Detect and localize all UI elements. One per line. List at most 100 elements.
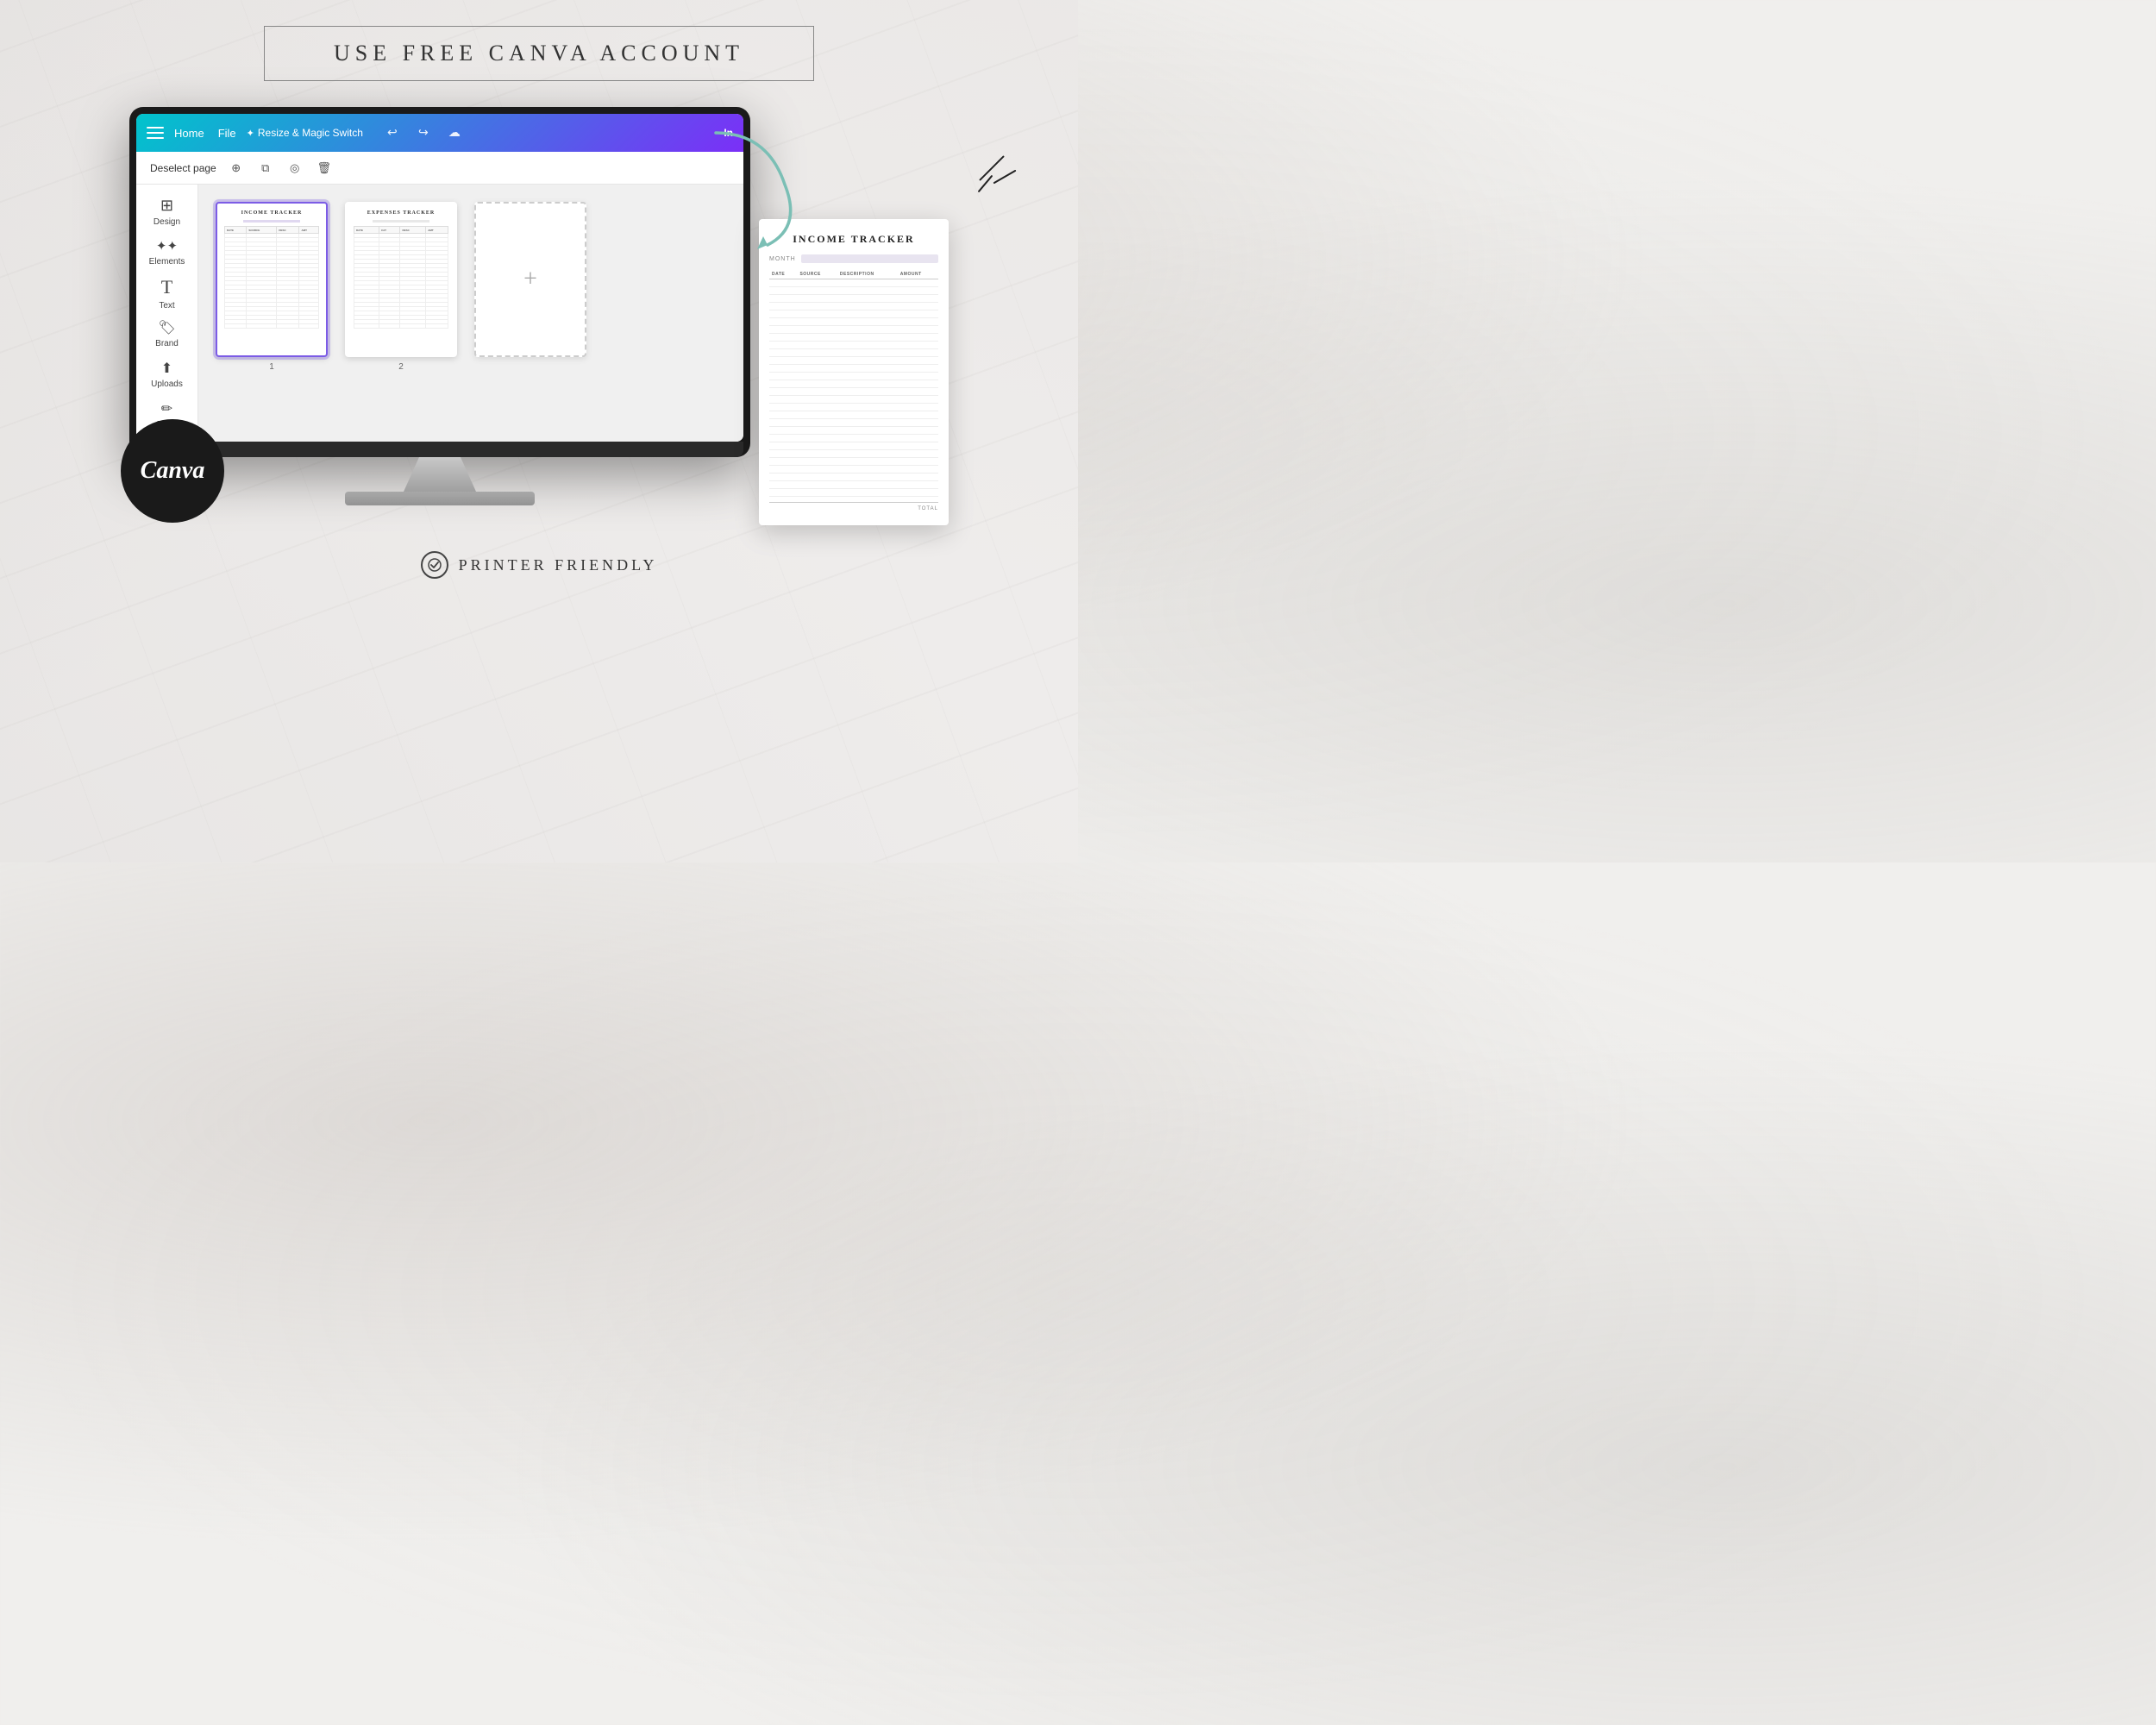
table-row: [769, 489, 938, 497]
preview-table-cell: [769, 342, 797, 349]
table-cell: [247, 324, 277, 329]
preview-table-cell: [837, 442, 898, 450]
copy-page-icon[interactable]: ⧉: [256, 159, 275, 178]
table-row: [769, 388, 938, 396]
table-row: [769, 450, 938, 458]
preview-table-cell: [769, 287, 797, 295]
preview-table-cell: [797, 342, 837, 349]
preview-table-cell: [769, 419, 797, 427]
table-row: [769, 303, 938, 310]
topbar-nav: Home File: [174, 127, 236, 140]
preview-table-cell: [769, 427, 797, 435]
preview-table-cell: [797, 388, 837, 396]
sidebar-item-design[interactable]: ⊞ Design: [141, 193, 193, 230]
preview-table-cell: [837, 466, 898, 474]
preview-table-cell: [837, 326, 898, 334]
preview-table-cell: [898, 365, 938, 373]
sidebar-item-brand[interactable]: 🏷 Brand: [141, 315, 193, 352]
preview-table-cell: [769, 404, 797, 411]
preview-table-cell: [797, 295, 837, 303]
preview-table-cell: [769, 458, 797, 466]
table-row: [769, 474, 938, 481]
preview-table-cell: [898, 458, 938, 466]
table-row: [769, 404, 938, 411]
preview-month-row: MONTH: [769, 254, 938, 263]
page2-table: DATE CAT DESC AMT: [354, 226, 448, 329]
preview-table-cell: [769, 380, 797, 388]
preview-table-cell: [797, 326, 837, 334]
preview-table-cell: [797, 419, 837, 427]
preview-table-cell: [769, 474, 797, 481]
deselect-page-btn[interactable]: Deselect page: [150, 162, 216, 174]
preview-table-cell: [769, 279, 797, 287]
preview-table-cell: [769, 303, 797, 310]
preview-table-cell: [769, 334, 797, 342]
table-row: [769, 442, 938, 450]
preview-table-cell: [837, 474, 898, 481]
preview-table-cell: [898, 427, 938, 435]
preview-table-cell: [837, 380, 898, 388]
preview-total-label: TOTAL: [918, 506, 938, 511]
table-row: [769, 349, 938, 357]
page-2-thumb[interactable]: EXPENSES TRACKER DATE CAT DESC: [345, 202, 457, 357]
preview-table-cell: [797, 349, 837, 357]
preview-table-cell: [898, 396, 938, 404]
sparkle-decoration: [975, 167, 1018, 185]
cloud-save-icon[interactable]: ☁: [442, 121, 467, 145]
topbar-file[interactable]: File: [218, 127, 236, 140]
preview-table-cell: [898, 435, 938, 442]
monitor-bottom-bar: [136, 442, 743, 457]
table-row: [769, 365, 938, 373]
preview-table-cell: [797, 279, 837, 287]
brand-icon: 🏷: [158, 319, 175, 336]
add-page-button[interactable]: +: [474, 202, 586, 357]
add-page-wrapper: +: [474, 202, 586, 357]
table-row: [769, 481, 938, 489]
preview-table-cell: [898, 334, 938, 342]
preview-table-cell: [769, 357, 797, 365]
monitor-base: [345, 492, 535, 505]
preview-table-cell: [797, 318, 837, 326]
redo-icon[interactable]: ↪: [411, 121, 436, 145]
col-date: DATE: [769, 270, 797, 279]
preview-table-cell: [837, 388, 898, 396]
eye-icon[interactable]: ◎: [285, 159, 304, 178]
preview-table-cell: [837, 435, 898, 442]
preview-table-cell: [769, 295, 797, 303]
table-row: [769, 357, 938, 365]
preview-table-cell: [898, 326, 938, 334]
preview-table-cell: [837, 349, 898, 357]
sidebar-item-elements[interactable]: ✦✦ Elements: [141, 234, 193, 271]
preview-table-cell: [837, 342, 898, 349]
table-row: [769, 411, 938, 419]
preview-table-cell: [769, 388, 797, 396]
preview-table-cell: [898, 287, 938, 295]
preview-table-cell: [837, 357, 898, 365]
preview-table-cell: [769, 318, 797, 326]
table-row: [769, 310, 938, 318]
sidebar-item-text[interactable]: T Text: [141, 274, 193, 311]
preview-table-cell: [837, 310, 898, 318]
table-row: [769, 342, 938, 349]
add-page-icon[interactable]: ⊕: [227, 159, 246, 178]
hamburger-menu-icon[interactable]: [147, 127, 164, 139]
table-cell: [354, 324, 379, 329]
page2-title: EXPENSES TRACKER: [354, 210, 448, 216]
preview-table-cell: [837, 427, 898, 435]
canva-topbar: Home File ✦ Resize & Magic Switch ↩ ↪ ☁: [136, 114, 743, 152]
preview-table-cell: [769, 442, 797, 450]
printer-friendly-text: PRINTER FRIENDLY: [459, 556, 658, 574]
preview-table-cell: [898, 466, 938, 474]
sidebar-item-uploads[interactable]: ⬆ Uploads: [141, 355, 193, 392]
page-1-thumb[interactable]: INCOME TRACKER DATE SOURCE DESC: [216, 202, 328, 357]
preview-table-cell: [837, 303, 898, 310]
preview-table-cell: [769, 466, 797, 474]
preview-table-cell: [769, 310, 797, 318]
topbar-home[interactable]: Home: [174, 127, 204, 140]
undo-icon[interactable]: ↩: [380, 121, 404, 145]
page-1-wrapper: INCOME TRACKER DATE SOURCE DESC: [216, 202, 328, 372]
delete-page-icon[interactable]: 🗑: [315, 159, 334, 178]
preview-table-cell: [769, 349, 797, 357]
magic-switch-btn[interactable]: ✦ Resize & Magic Switch: [247, 127, 363, 139]
monitor-frame: Home File ✦ Resize & Magic Switch ↩ ↪ ☁: [129, 107, 750, 457]
